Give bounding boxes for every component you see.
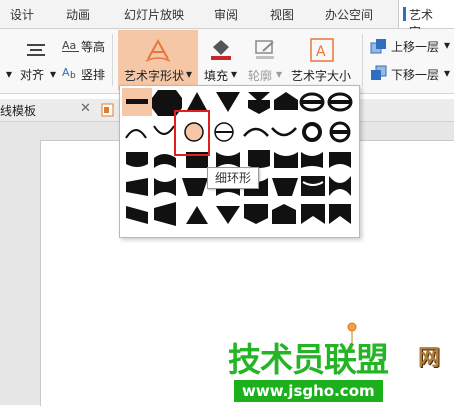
shape-double-wave-icon (154, 178, 176, 196)
shape-triangle-down-icon (216, 92, 240, 112)
wordart-shape-button[interactable]: 艺术字形状 (124, 67, 184, 84)
tab-wordart[interactable]: 艺术字 (398, 0, 454, 39)
shape-arch-up-pour-icon (243, 127, 269, 137)
shape-button-pour-icon (299, 92, 325, 112)
outline-pen-icon (255, 40, 274, 59)
ribbon-tab-strip: 设计 动画 幻灯片放映 审阅 视图 办公空间 艺术字 (0, 0, 454, 39)
wordart-size-button[interactable]: 艺术字大小 (291, 67, 351, 84)
shape-arch-down-icon (153, 125, 175, 135)
bring-forward-icon (370, 39, 386, 54)
shape-triangle-down-small-icon (216, 206, 240, 224)
shape-button-pour2-icon (329, 121, 351, 143)
vertical-text-button[interactable]: 竖排 (81, 66, 105, 83)
shape-fade-right-icon (126, 178, 148, 196)
equal-height-icon: Aa (62, 39, 79, 52)
align-button[interactable]: 对齐 (20, 66, 44, 83)
tab-office-space[interactable]: 办公空间 (325, 6, 373, 23)
document-file-icon[interactable] (101, 103, 115, 117)
wordart-shape-gallery (119, 85, 360, 238)
shape-deflate-top-icon (274, 152, 298, 168)
watermark-title: 技术员联盟 (228, 340, 389, 379)
fill-bucket-icon (211, 40, 231, 60)
shape-fade-up-icon (301, 152, 323, 168)
bring-forward-button[interactable]: 上移一层 (391, 38, 439, 55)
shape-fade-down-icon (329, 152, 351, 168)
vertical-text-icon: A b (62, 66, 76, 80)
shape-chevron-up-small-icon (272, 204, 296, 224)
shape-inflate-bottom-icon (248, 150, 270, 168)
shape-ribbon-down-icon (301, 204, 325, 224)
tab-slideshow[interactable]: 幻灯片放映 (124, 6, 184, 23)
shape-can-down-icon (329, 176, 351, 196)
svg-text:A: A (62, 66, 70, 79)
shape-wave2-icon (154, 154, 176, 168)
wordart-size-icon: A (310, 38, 334, 62)
svg-text:Aa: Aa (62, 39, 76, 52)
equal-height-button[interactable]: 等高 (81, 38, 105, 55)
ribbon-separator (362, 34, 363, 86)
watermark-url: www.jsgho.com (234, 380, 383, 402)
selected-shape-outline (174, 110, 210, 156)
ribbon-separator (112, 34, 113, 86)
align-dropdown-arrow[interactable]: ▾ (6, 67, 12, 81)
align-chevron-icon[interactable]: ▾ (50, 67, 56, 81)
shape-slant-down-icon (272, 178, 298, 196)
align-icon[interactable] (25, 42, 47, 60)
svg-text:b: b (70, 71, 76, 80)
shape-ribbon-icon (329, 204, 351, 224)
shape-ring-icon (302, 122, 322, 142)
shape-chevron-down-icon (274, 92, 298, 110)
shape-chevron-small-icon (244, 204, 268, 224)
shape-triangle-up-small-icon (186, 206, 208, 224)
send-backward-chevron-icon[interactable]: ▾ (444, 66, 450, 80)
shape-slant-left-icon (154, 202, 176, 226)
shape-grid (122, 88, 353, 226)
shape-slant-right-icon (126, 206, 148, 224)
tab-animation[interactable]: 动画 (66, 6, 90, 23)
wordart-shape-icon (145, 38, 171, 62)
shape-cascade-icon (182, 178, 208, 196)
bring-forward-chevron-icon[interactable]: ▾ (444, 38, 450, 52)
outline-chevron-icon[interactable]: ▾ (276, 67, 282, 81)
fill-chevron-icon[interactable]: ▾ (231, 67, 237, 81)
shape-button-icon (214, 122, 234, 142)
shape-plain-text-icon (126, 99, 148, 104)
wordart-shape-chevron-icon[interactable]: ▾ (186, 67, 192, 81)
template-tab-label[interactable]: 线模板 (0, 102, 36, 119)
shape-triangle-up-icon (186, 92, 208, 112)
send-backward-icon (371, 65, 387, 80)
tab-view[interactable]: 视图 (270, 6, 294, 23)
shape-arch-down-pour-icon (271, 127, 297, 137)
shape-tooltip: 细环形 (207, 167, 260, 189)
close-icon[interactable]: ✕ (80, 101, 91, 116)
shape-arch-up-icon (125, 129, 147, 139)
send-backward-button[interactable]: 下移一层 (391, 66, 439, 83)
svg-text:A: A (316, 44, 326, 60)
watermark-suffix: 网 (418, 346, 441, 371)
shape-deflate-icon (216, 152, 240, 168)
tab-review[interactable]: 审阅 (214, 6, 238, 23)
fill-button[interactable]: 填充 (204, 67, 228, 84)
shape-button-curve-icon (327, 92, 353, 112)
shape-wave1-icon (126, 152, 148, 167)
outline-button[interactable]: 轮廓 (248, 67, 272, 84)
tab-design[interactable]: 设计 (10, 6, 34, 23)
